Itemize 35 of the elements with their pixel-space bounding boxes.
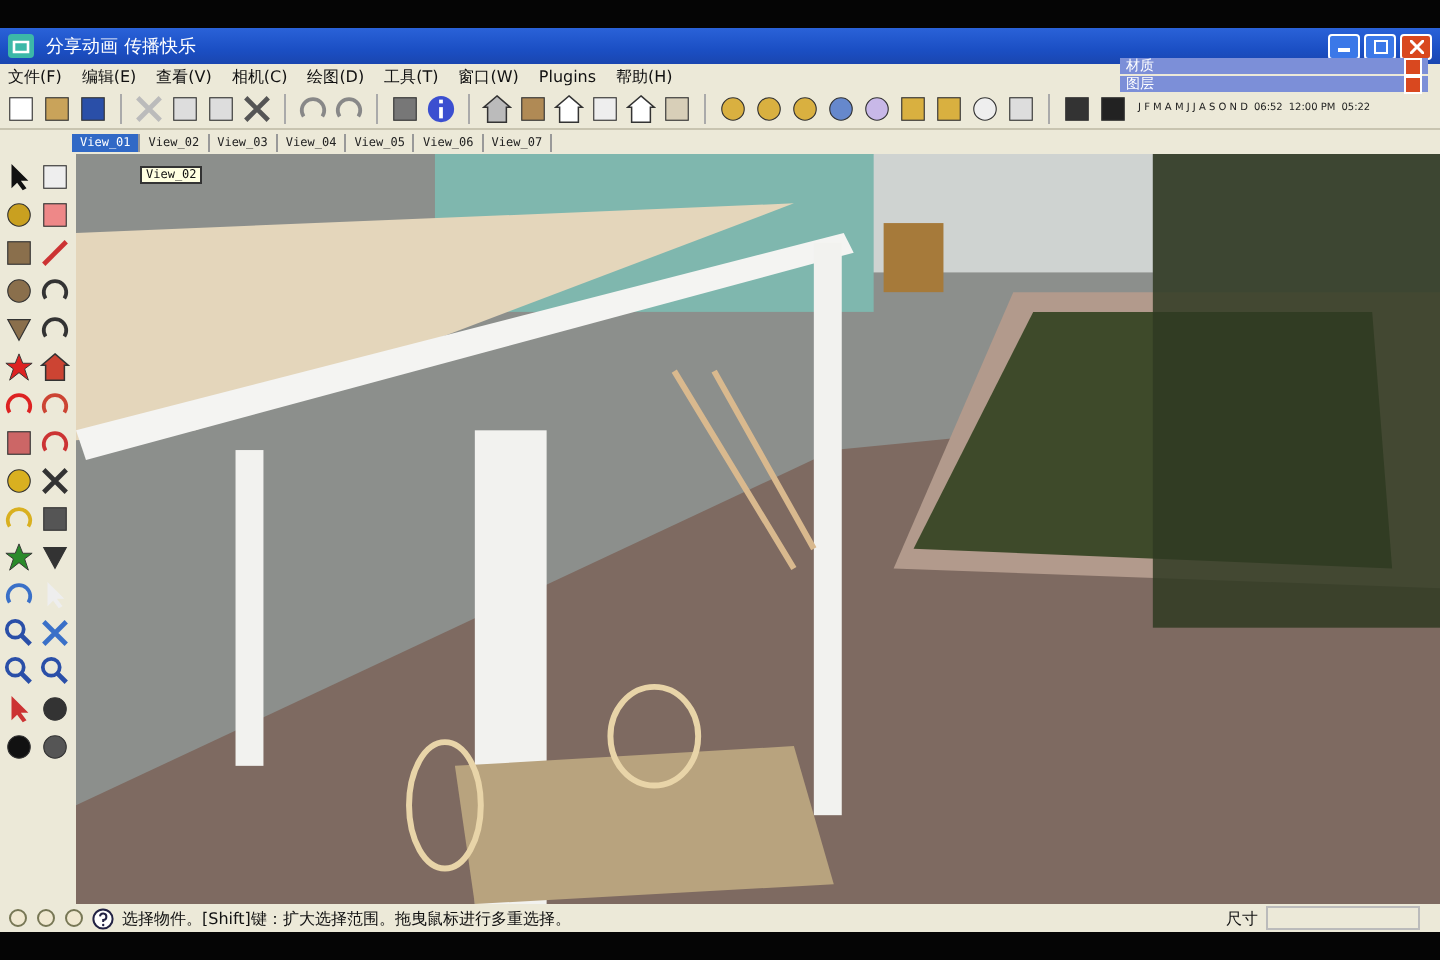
- measurements-label: 尺寸: [1226, 907, 1258, 929]
- house-icon[interactable]: [626, 93, 656, 123]
- minimize-button[interactable]: [1328, 33, 1360, 59]
- menu-item[interactable]: Plugins: [538, 67, 597, 85]
- menu-item[interactable]: 窗口(W): [458, 65, 519, 87]
- rectangle-icon[interactable]: [4, 238, 34, 268]
- window-title: 分享动画 传播快乐: [46, 35, 196, 59]
- pencil-icon[interactable]: [40, 238, 70, 268]
- sphere-icon[interactable]: [826, 93, 856, 123]
- house-icon[interactable]: [554, 93, 584, 123]
- house-icon[interactable]: [482, 93, 512, 123]
- menu-item[interactable]: 文件(F): [8, 65, 62, 87]
- help-icon[interactable]: [92, 907, 114, 929]
- menu-item[interactable]: 工具(T): [384, 65, 439, 87]
- maximize-button[interactable]: [1364, 33, 1396, 59]
- sphere-icon[interactable]: [862, 93, 892, 123]
- menu-item[interactable]: 相机(C): [231, 65, 288, 87]
- maximize-icon: [1373, 39, 1387, 53]
- menu-item[interactable]: 编辑(E): [81, 65, 137, 87]
- circle-icon[interactable]: [4, 276, 34, 306]
- close-icon: [1409, 39, 1423, 53]
- polygon-icon[interactable]: [4, 314, 34, 344]
- info-icon[interactable]: [426, 93, 456, 123]
- zoom-icon[interactable]: [4, 618, 34, 648]
- redo-icon[interactable]: [334, 93, 364, 123]
- menu-item[interactable]: 绘图(D): [307, 65, 365, 87]
- app-logo-icon: [8, 34, 34, 58]
- close-button[interactable]: [1400, 33, 1432, 59]
- menu-item[interactable]: 查看(V): [156, 65, 212, 87]
- status-message: 选择物件。[Shift]键：扩大选择范围。拖曳鼠标进行多重选择。: [122, 907, 571, 929]
- menu-item[interactable]: 帮助(H): [616, 65, 673, 87]
- delete-icon[interactable]: [242, 93, 272, 123]
- circle-icon[interactable]: [970, 93, 1000, 123]
- undo-icon[interactable]: [298, 93, 328, 123]
- measurements-field[interactable]: [1266, 906, 1420, 930]
